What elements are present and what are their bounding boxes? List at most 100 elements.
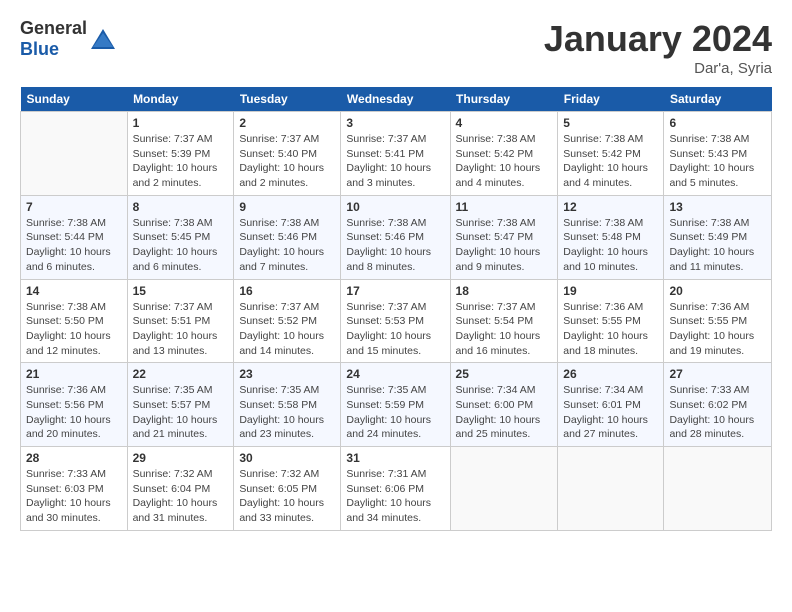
calendar-header: Sunday Monday Tuesday Wednesday Thursday… bbox=[21, 87, 772, 112]
day-number: 20 bbox=[669, 284, 766, 298]
day-info: Sunrise: 7:38 AMSunset: 5:44 PMDaylight:… bbox=[26, 216, 122, 275]
day-number: 16 bbox=[239, 284, 335, 298]
day-info: Sunrise: 7:35 AMSunset: 5:58 PMDaylight:… bbox=[239, 383, 335, 442]
calendar-cell: 10Sunrise: 7:38 AMSunset: 5:46 PMDayligh… bbox=[341, 195, 450, 279]
logo-icon bbox=[89, 25, 117, 53]
day-number: 25 bbox=[456, 367, 553, 381]
week-row-2: 7 Sunrise: 7:38 AMSunset: 5:44 PMDaylight… bbox=[21, 195, 772, 279]
calendar-cell: 2 Sunrise: 7:37 AMSunset: 5:40 PMDaylight… bbox=[234, 112, 341, 196]
header: General Blue January 2024 Dar'a, Syria bbox=[20, 18, 772, 77]
day-info: Sunrise: 7:37 AMSunset: 5:54 PMDaylight:… bbox=[456, 300, 553, 359]
calendar-cell: 22 Sunrise: 7:35 AMSunset: 5:57 PMDayligh… bbox=[127, 363, 234, 447]
day-info: Sunrise: 7:38 AMSunset: 5:49 PMDaylight:… bbox=[669, 216, 766, 275]
day-info: Sunrise: 7:35 AMSunset: 5:57 PMDaylight:… bbox=[133, 383, 229, 442]
day-info: Sunrise: 7:33 AMSunset: 6:03 PMDaylight:… bbox=[26, 467, 122, 526]
day-number: 28 bbox=[26, 451, 122, 465]
day-number: 15 bbox=[133, 284, 229, 298]
day-number: 11 bbox=[456, 200, 553, 214]
day-number: 18 bbox=[456, 284, 553, 298]
day-number: 13 bbox=[669, 200, 766, 214]
col-monday: Monday bbox=[127, 87, 234, 112]
day-info: Sunrise: 7:36 AMSunset: 5:56 PMDaylight:… bbox=[26, 383, 122, 442]
calendar-cell: 28 Sunrise: 7:33 AMSunset: 6:03 PMDayligh… bbox=[21, 447, 128, 531]
calendar-cell bbox=[21, 112, 128, 196]
day-info: Sunrise: 7:38 AMSunset: 5:50 PMDaylight:… bbox=[26, 300, 122, 359]
col-wednesday: Wednesday bbox=[341, 87, 450, 112]
day-info: Sunrise: 7:36 AMSunset: 5:55 PMDaylight:… bbox=[563, 300, 658, 359]
calendar-cell: 26 Sunrise: 7:34 AMSunset: 6:01 PMDayligh… bbox=[558, 363, 664, 447]
day-info: Sunrise: 7:31 AMSunset: 6:06 PMDaylight:… bbox=[346, 467, 444, 526]
header-row: Sunday Monday Tuesday Wednesday Thursday… bbox=[21, 87, 772, 112]
calendar-cell: 21 Sunrise: 7:36 AMSunset: 5:56 PMDayligh… bbox=[21, 363, 128, 447]
calendar-table: Sunday Monday Tuesday Wednesday Thursday… bbox=[20, 87, 772, 531]
day-info: Sunrise: 7:38 AMSunset: 5:47 PMDaylight:… bbox=[456, 216, 553, 275]
calendar-cell: 11 Sunrise: 7:38 AMSunset: 5:47 PMDayligh… bbox=[450, 195, 558, 279]
day-number: 21 bbox=[26, 367, 122, 381]
calendar-cell: 7 Sunrise: 7:38 AMSunset: 5:44 PMDaylight… bbox=[21, 195, 128, 279]
week-row-3: 14 Sunrise: 7:38 AMSunset: 5:50 PMDayligh… bbox=[21, 279, 772, 363]
calendar-cell: 6Sunrise: 7:38 AMSunset: 5:43 PMDaylight… bbox=[664, 112, 772, 196]
day-number: 2 bbox=[239, 116, 335, 130]
day-info: Sunrise: 7:35 AMSunset: 5:59 PMDaylight:… bbox=[346, 383, 444, 442]
calendar-cell: 16 Sunrise: 7:37 AMSunset: 5:52 PMDayligh… bbox=[234, 279, 341, 363]
day-number: 26 bbox=[563, 367, 658, 381]
calendar-cell: 4 Sunrise: 7:38 AMSunset: 5:42 PMDaylight… bbox=[450, 112, 558, 196]
page: General Blue January 2024 Dar'a, Syria S… bbox=[0, 0, 792, 541]
calendar-cell: 9 Sunrise: 7:38 AMSunset: 5:46 PMDaylight… bbox=[234, 195, 341, 279]
day-number: 24 bbox=[346, 367, 444, 381]
day-number: 6 bbox=[669, 116, 766, 130]
day-number: 7 bbox=[26, 200, 122, 214]
title-block: January 2024 Dar'a, Syria bbox=[544, 18, 772, 77]
day-info: Sunrise: 7:37 AMSunset: 5:51 PMDaylight:… bbox=[133, 300, 229, 359]
logo-general: General bbox=[20, 18, 87, 38]
calendar-cell: 18 Sunrise: 7:37 AMSunset: 5:54 PMDayligh… bbox=[450, 279, 558, 363]
calendar-cell: 14 Sunrise: 7:38 AMSunset: 5:50 PMDayligh… bbox=[21, 279, 128, 363]
day-info: Sunrise: 7:37 AMSunset: 5:52 PMDaylight:… bbox=[239, 300, 335, 359]
day-info: Sunrise: 7:38 AMSunset: 5:42 PMDaylight:… bbox=[456, 132, 553, 191]
logo-blue: Blue bbox=[20, 39, 59, 59]
col-thursday: Thursday bbox=[450, 87, 558, 112]
day-number: 1 bbox=[133, 116, 229, 130]
calendar-cell bbox=[664, 447, 772, 531]
calendar-cell bbox=[450, 447, 558, 531]
day-number: 27 bbox=[669, 367, 766, 381]
day-number: 9 bbox=[239, 200, 335, 214]
calendar-cell bbox=[558, 447, 664, 531]
calendar-cell: 24 Sunrise: 7:35 AMSunset: 5:59 PMDayligh… bbox=[341, 363, 450, 447]
calendar-cell: 25 Sunrise: 7:34 AMSunset: 6:00 PMDayligh… bbox=[450, 363, 558, 447]
calendar-cell: 12 Sunrise: 7:38 AMSunset: 5:48 PMDayligh… bbox=[558, 195, 664, 279]
calendar-cell: 27 Sunrise: 7:33 AMSunset: 6:02 PMDayligh… bbox=[664, 363, 772, 447]
day-info: Sunrise: 7:37 AMSunset: 5:53 PMDaylight:… bbox=[346, 300, 444, 359]
calendar-cell: 8 Sunrise: 7:38 AMSunset: 5:45 PMDaylight… bbox=[127, 195, 234, 279]
day-number: 17 bbox=[346, 284, 444, 298]
day-number: 23 bbox=[239, 367, 335, 381]
day-info: Sunrise: 7:34 AMSunset: 6:01 PMDaylight:… bbox=[563, 383, 658, 442]
logo-text: General Blue bbox=[20, 18, 87, 60]
day-info: Sunrise: 7:38 AMSunset: 5:45 PMDaylight:… bbox=[133, 216, 229, 275]
day-number: 22 bbox=[133, 367, 229, 381]
col-saturday: Saturday bbox=[664, 87, 772, 112]
day-info: Sunrise: 7:33 AMSunset: 6:02 PMDaylight:… bbox=[669, 383, 766, 442]
day-number: 30 bbox=[239, 451, 335, 465]
location: Dar'a, Syria bbox=[544, 60, 772, 77]
day-number: 8 bbox=[133, 200, 229, 214]
col-tuesday: Tuesday bbox=[234, 87, 341, 112]
day-number: 12 bbox=[563, 200, 658, 214]
day-info: Sunrise: 7:32 AMSunset: 6:05 PMDaylight:… bbox=[239, 467, 335, 526]
day-number: 14 bbox=[26, 284, 122, 298]
week-row-1: 1Sunrise: 7:37 AMSunset: 5:39 PMDaylight… bbox=[21, 112, 772, 196]
week-row-5: 28 Sunrise: 7:33 AMSunset: 6:03 PMDayligh… bbox=[21, 447, 772, 531]
day-number: 19 bbox=[563, 284, 658, 298]
day-number: 3 bbox=[346, 116, 444, 130]
calendar-cell: 15 Sunrise: 7:37 AMSunset: 5:51 PMDayligh… bbox=[127, 279, 234, 363]
day-number: 29 bbox=[133, 451, 229, 465]
day-info: Sunrise: 7:38 AMSunset: 5:46 PMDaylight:… bbox=[346, 216, 444, 275]
day-info: Sunrise: 7:38 AMSunset: 5:46 PMDaylight:… bbox=[239, 216, 335, 275]
day-info: Sunrise: 7:38 AMSunset: 5:48 PMDaylight:… bbox=[563, 216, 658, 275]
calendar-cell: 19 Sunrise: 7:36 AMSunset: 5:55 PMDayligh… bbox=[558, 279, 664, 363]
day-info: Sunrise: 7:34 AMSunset: 6:00 PMDaylight:… bbox=[456, 383, 553, 442]
calendar-cell: 5Sunrise: 7:38 AMSunset: 5:42 PMDaylight… bbox=[558, 112, 664, 196]
calendar-cell: 29Sunrise: 7:32 AMSunset: 6:04 PMDayligh… bbox=[127, 447, 234, 531]
day-number: 4 bbox=[456, 116, 553, 130]
day-info: Sunrise: 7:37 AMSunset: 5:40 PMDaylight:… bbox=[239, 132, 335, 191]
